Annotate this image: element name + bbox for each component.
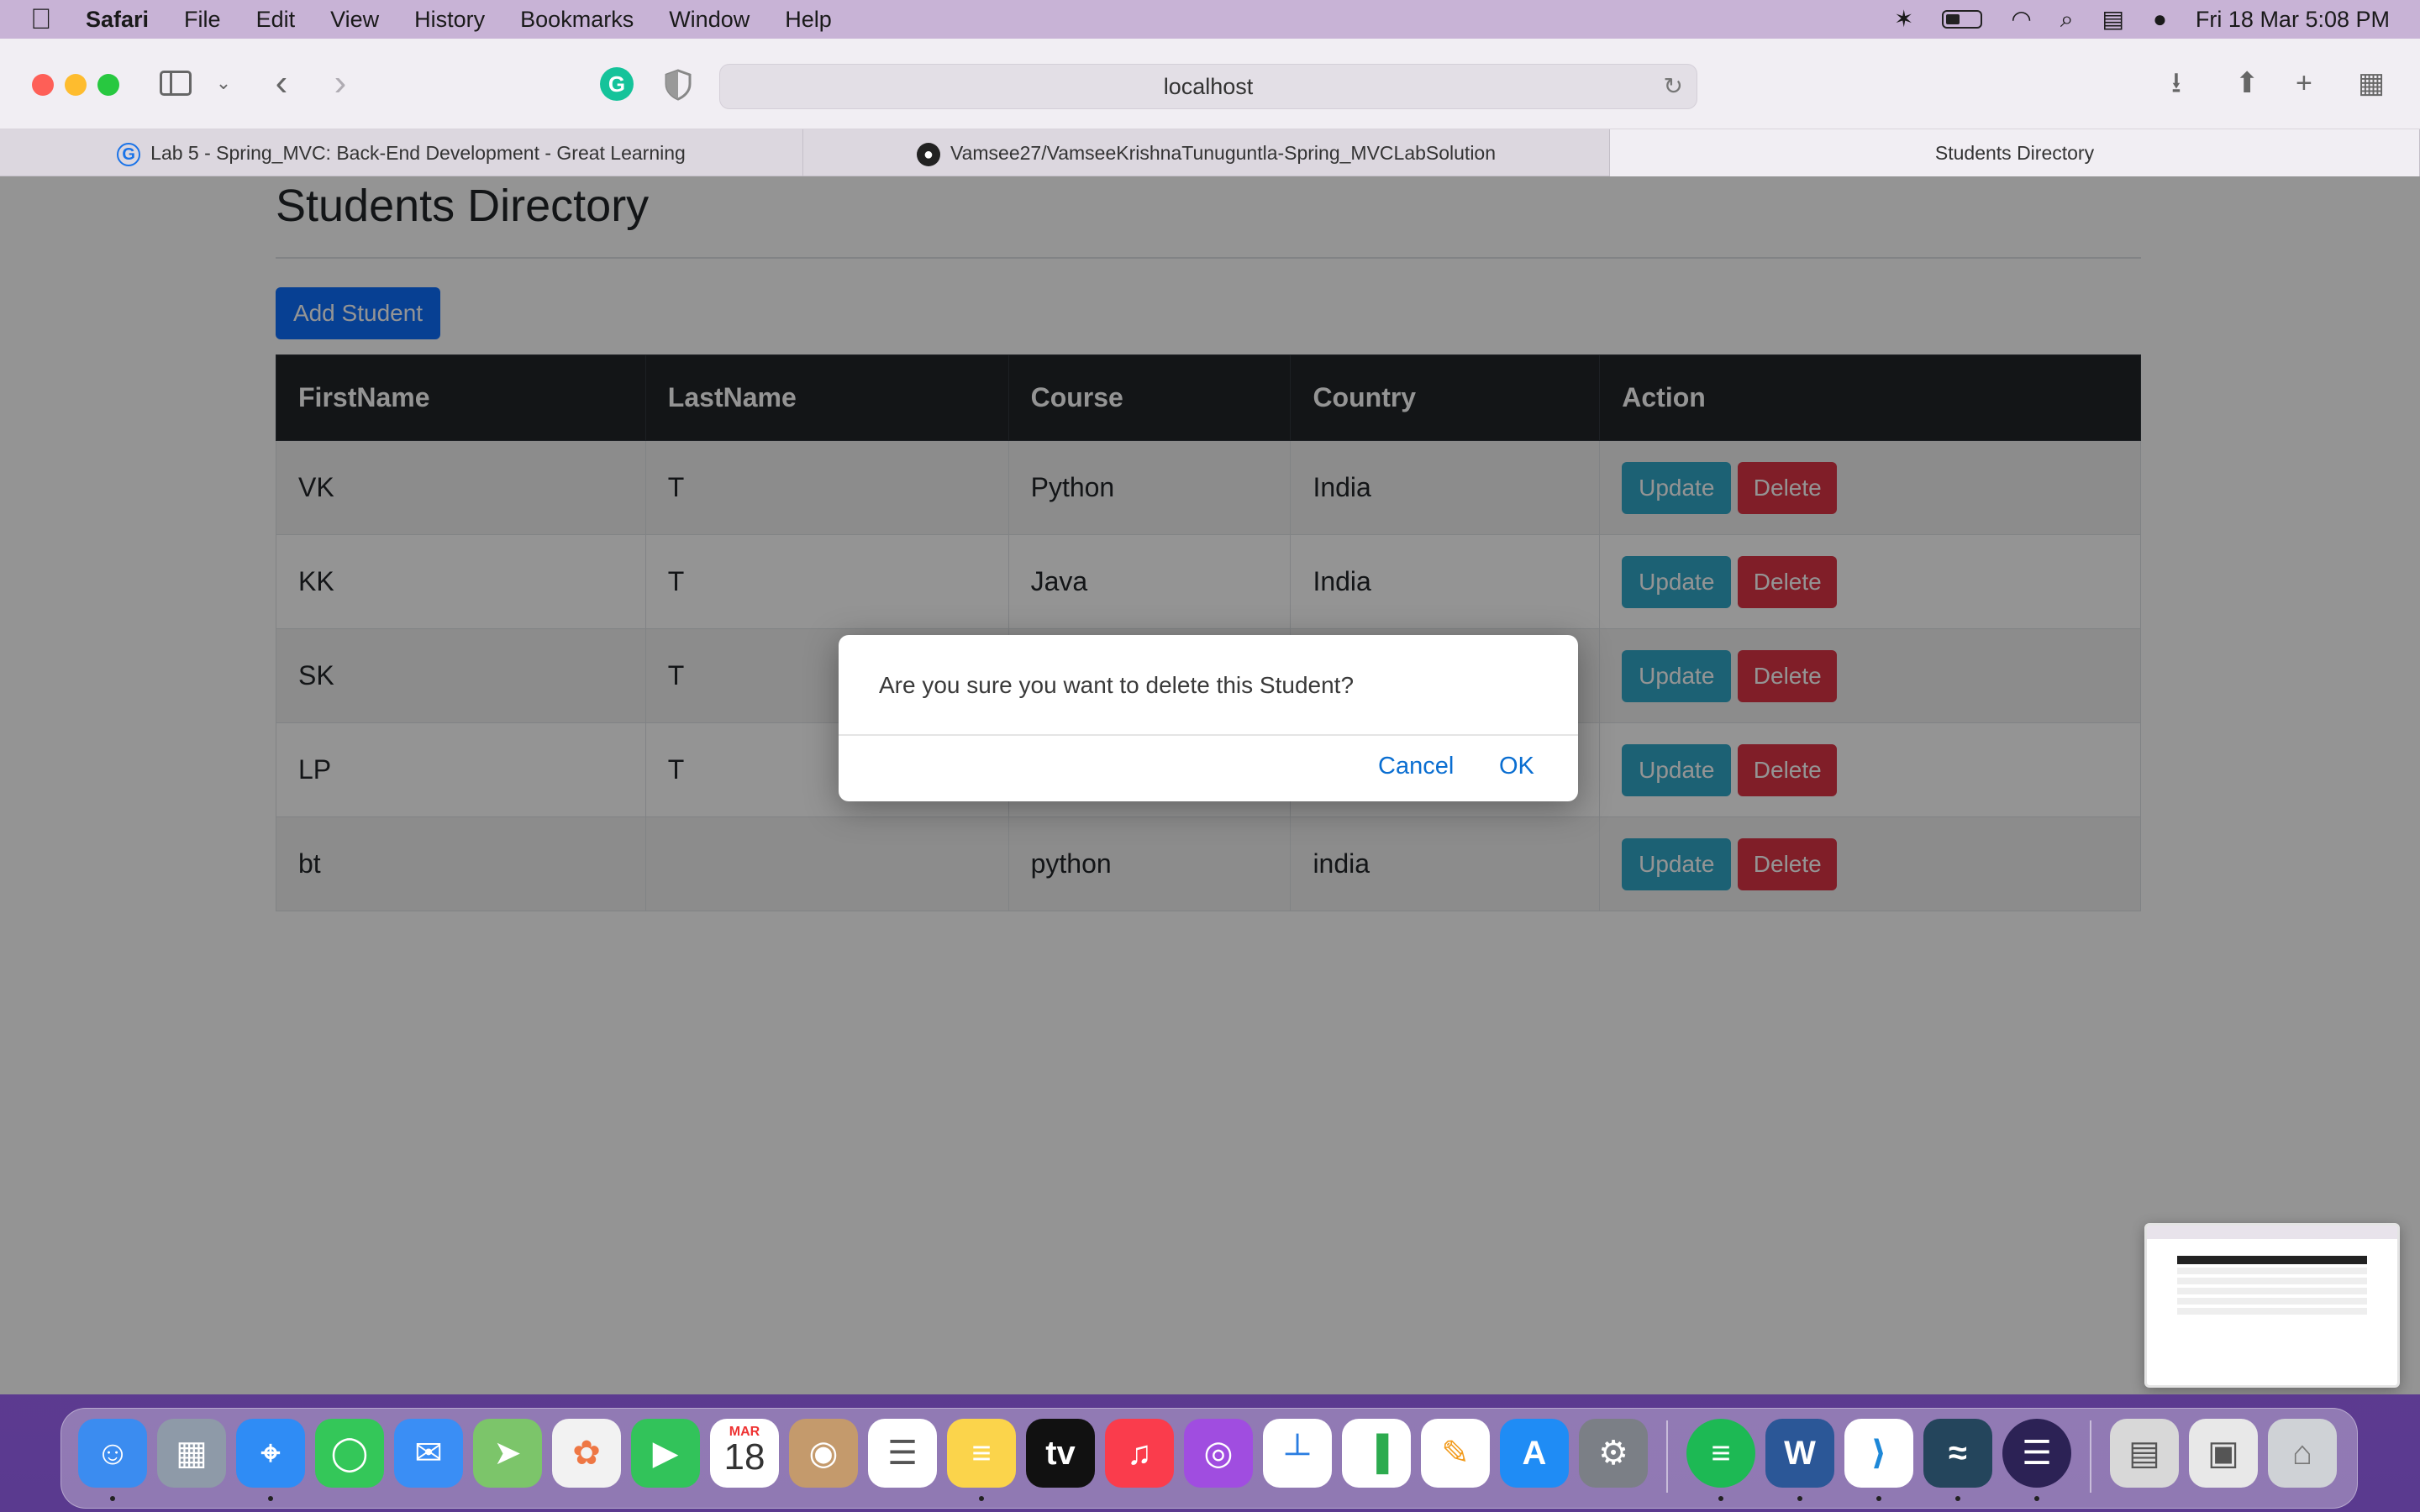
preview-icon[interactable]: ▤ — [2110, 1419, 2179, 1488]
tab-students-directory[interactable]: Students Directory — [1610, 129, 2420, 176]
new-tab-icon[interactable]: + — [2296, 64, 2312, 102]
messages-icon[interactable]: ◯ — [315, 1419, 384, 1488]
trash-icon[interactable]: ⌂ — [2268, 1419, 2337, 1488]
menu-window[interactable]: Window — [669, 0, 750, 39]
forward-icon[interactable]: › — [326, 64, 355, 102]
reload-icon[interactable]: ↻ — [1664, 65, 1683, 108]
mail-icon[interactable]: ✉ — [394, 1419, 463, 1488]
menu-app-name[interactable]: Safari — [86, 0, 149, 39]
menu-bookmarks[interactable]: Bookmarks — [520, 0, 634, 39]
running-indicator — [979, 1496, 984, 1501]
thumbnail-row — [2177, 1268, 2367, 1274]
share-icon[interactable]: ⬆ — [2235, 64, 2260, 102]
menu-view[interactable]: View — [330, 0, 379, 39]
apple-menu-icon[interactable]:  — [30, 0, 72, 39]
maps-icon[interactable]: ➤ — [473, 1419, 542, 1488]
word-icon[interactable]: W — [1765, 1419, 1834, 1488]
tab-bar: G Lab 5 - Spring_MVC: Back-End Developmen… — [0, 129, 2420, 176]
launchpad-icon[interactable]: ▦ — [157, 1419, 226, 1488]
running-indicator — [1955, 1496, 1960, 1501]
reminders-icon[interactable]: ☰ — [868, 1419, 937, 1488]
appstore-icon[interactable]: A — [1500, 1419, 1569, 1488]
sidebar-toggle-icon[interactable] — [160, 64, 198, 102]
dialog-divider — [839, 734, 1578, 736]
finder-icon[interactable]: ☺ — [78, 1419, 147, 1488]
back-icon[interactable]: ‹ — [267, 64, 296, 102]
screenshot-icon[interactable]: ▣ — [2189, 1419, 2258, 1488]
system-preferences-icon[interactable]: ⚙ — [1579, 1419, 1648, 1488]
status-area: ✶ ◠ ⌕ ▤ ● Fri 18 Mar 5:08 PM — [1894, 0, 2390, 39]
dock-separator — [2090, 1420, 2091, 1493]
mysql-workbench-icon[interactable]: ≈ — [1923, 1419, 1992, 1488]
thumbnail-row — [2177, 1288, 2367, 1294]
vscode-icon[interactable]: ⟩ — [1844, 1419, 1913, 1488]
thumbnail-row — [2177, 1278, 2367, 1284]
google-favicon-icon: G — [117, 142, 141, 166]
music-icon[interactable]: ♫ — [1105, 1419, 1174, 1488]
dialog-ok-button[interactable]: OK — [1499, 753, 1534, 780]
safari-icon[interactable]: ⌖ — [236, 1419, 305, 1488]
github-favicon-icon: ● — [916, 142, 940, 166]
dialog-message: Are you sure you want to delete this Stu… — [879, 672, 1355, 698]
minimize-window-button[interactable] — [65, 74, 87, 96]
running-indicator — [110, 1496, 115, 1501]
menu-history[interactable]: History — [414, 0, 485, 39]
running-indicator — [2034, 1496, 2039, 1501]
dock: ☺ ▦ ⌖ ◯ ✉ ➤ ✿ ▶ MAR 18 ◉ ☰ ≡ tv ♫ ◎ ┴ ▐ … — [60, 1408, 2358, 1509]
thumbnail-toolbar — [2147, 1226, 2397, 1239]
zoom-window-button[interactable] — [97, 74, 119, 96]
control-center-icon[interactable]: ▤ — [2102, 0, 2124, 39]
dock-separator — [1666, 1420, 1668, 1493]
running-indicator — [268, 1496, 273, 1501]
pages-icon[interactable]: ✎ — [1421, 1419, 1490, 1488]
browser-toolbar: ⌄ ‹ › G localhost ↻ ⭳ ⬆ + ▦ — [0, 39, 2420, 129]
eclipse-icon[interactable]: ☰ — [2002, 1419, 2071, 1488]
menu-bar:  Safari File Edit View History Bookmark… — [0, 0, 2420, 39]
appletv-icon[interactable]: tv — [1026, 1419, 1095, 1488]
tab-label: Vamsee27/VamseeKrishnaTunuguntla-Spring_… — [950, 142, 1497, 164]
grammarly-extension-icon[interactable]: G — [600, 67, 634, 101]
keynote-icon[interactable]: ┴ — [1263, 1419, 1332, 1488]
downloads-icon[interactable]: ⭳ — [2171, 64, 2181, 102]
address-bar[interactable]: localhost ↻ — [719, 64, 1697, 109]
tab-label: Students Directory — [1934, 142, 2095, 164]
browser-window: ⌄ ‹ › G localhost ↻ ⭳ ⬆ + ▦ G Lab 5 - Spr… — [0, 39, 2420, 1394]
spotlight-search-icon[interactable]: ⌕ — [2060, 0, 2074, 39]
chevron-down-icon[interactable]: ⌄ — [212, 64, 235, 102]
photos-icon[interactable]: ✿ — [552, 1419, 621, 1488]
podcasts-icon[interactable]: ◎ — [1184, 1419, 1253, 1488]
bluetooth-icon[interactable]: ✶ — [1894, 0, 1913, 39]
menu-help[interactable]: Help — [785, 0, 832, 39]
confirm-delete-dialog: Are you sure you want to delete this Stu… — [839, 635, 1578, 801]
wifi-icon[interactable]: ◠ — [2011, 0, 2031, 39]
menu-clock[interactable]: Fri 18 Mar 5:08 PM — [2196, 7, 2390, 33]
running-indicator — [1797, 1496, 1802, 1501]
thumbnail-row — [2177, 1298, 2367, 1305]
url-text: localhost — [1163, 74, 1254, 99]
tab-great-learning[interactable]: G Lab 5 - Spring_MVC: Back-End Developmen… — [0, 129, 803, 176]
close-window-button[interactable] — [32, 74, 54, 96]
menu-file[interactable]: File — [184, 0, 221, 39]
numbers-icon[interactable]: ▐ — [1342, 1419, 1411, 1488]
calendar-icon[interactable]: MAR 18 — [710, 1419, 779, 1488]
calendar-day: 18 — [723, 1436, 765, 1478]
thumbnail-row — [2177, 1308, 2367, 1315]
siri-icon[interactable]: ● — [2153, 0, 2167, 39]
battery-icon[interactable] — [1942, 10, 1983, 29]
running-indicator — [1876, 1496, 1881, 1501]
contacts-icon[interactable]: ◉ — [789, 1419, 858, 1488]
dialog-cancel-button[interactable]: Cancel — [1378, 753, 1454, 780]
facetime-icon[interactable]: ▶ — [631, 1419, 700, 1488]
running-indicator — [1718, 1496, 1723, 1501]
screenshot-thumbnail[interactable] — [2144, 1223, 2400, 1388]
tab-github[interactable]: ● Vamsee27/VamseeKrishnaTunuguntla-Spring… — [803, 129, 1610, 176]
tab-label: Lab 5 - Spring_MVC: Back-End Development… — [150, 142, 686, 164]
privacy-shield-icon[interactable] — [664, 69, 692, 101]
spotify-icon[interactable]: ≡ — [1686, 1419, 1755, 1488]
notes-icon[interactable]: ≡ — [947, 1419, 1016, 1488]
menu-edit[interactable]: Edit — [256, 0, 296, 39]
tab-overview-icon[interactable]: ▦ — [2358, 64, 2385, 102]
thumbnail-table-header — [2177, 1256, 2367, 1264]
